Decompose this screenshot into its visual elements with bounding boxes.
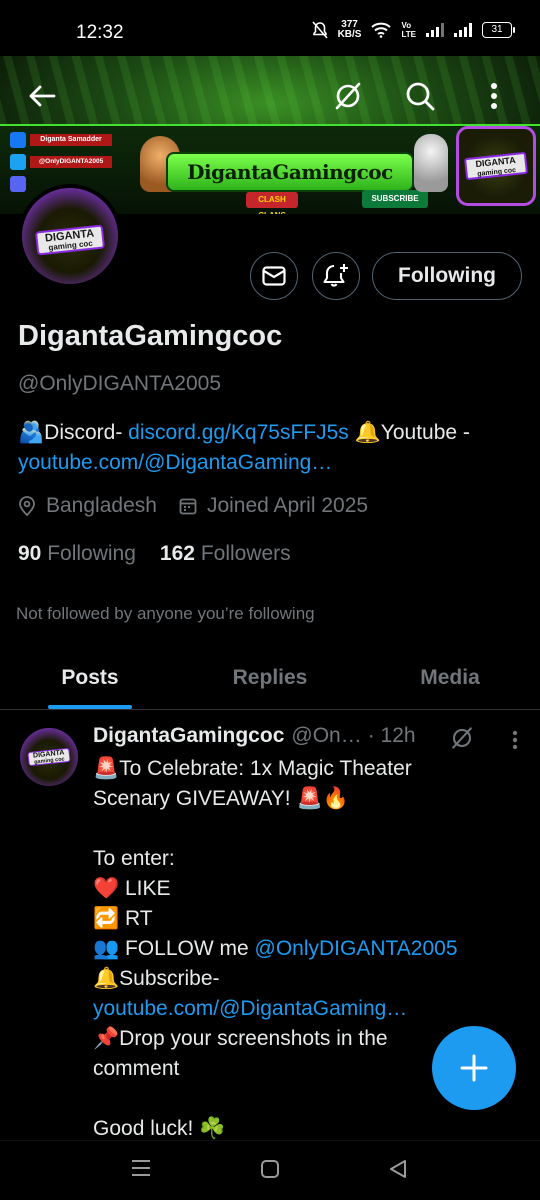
tab-media[interactable]: Media xyxy=(360,650,540,709)
grok-button[interactable] xyxy=(326,74,370,118)
more-vertical-icon xyxy=(512,730,518,750)
post-time[interactable]: · 12h xyxy=(368,724,416,748)
top-nav xyxy=(0,74,540,118)
following-label: Following xyxy=(47,542,136,565)
volte-indicator: Vo LTE xyxy=(401,21,416,39)
follow-counts: 90 Following 162 Followers xyxy=(18,542,291,566)
discord-icon xyxy=(10,176,26,192)
status-icons: 377 KB/S Vo LTE 31 xyxy=(311,20,515,40)
post-line: ❤️ LIKE xyxy=(93,877,171,900)
location-pin-icon xyxy=(19,496,35,516)
tab-posts[interactable]: Posts xyxy=(0,650,180,709)
post-spacer xyxy=(93,814,523,844)
status-bar: 12:32 377 KB/S Vo LTE 31 xyxy=(0,0,540,56)
net-speed-unit: KB/S xyxy=(337,29,362,40)
profile-tabs: Posts Replies Media xyxy=(0,650,540,710)
envelope-icon xyxy=(262,266,286,286)
post-avatar-plate: DIGANTA gaming coc xyxy=(27,747,71,767)
following-button[interactable]: Following xyxy=(372,252,522,300)
system-nav-bar xyxy=(0,1140,540,1200)
back-nav-button[interactable] xyxy=(388,1159,408,1184)
avatar-image: DIGANTA gaming coc xyxy=(22,188,118,284)
twitter-icon xyxy=(10,154,26,170)
banner-social-icons xyxy=(10,132,26,192)
battery-icon: 31 xyxy=(482,22,515,38)
display-name: DigantaGamingcoc xyxy=(18,320,283,352)
bio-youtube-prefix: 🔔Youtube - xyxy=(348,421,470,444)
bio-discord-prefix: 🫂Discord- xyxy=(18,421,129,444)
following-count-link[interactable]: 90 Following xyxy=(18,542,136,566)
joined-item: Joined April 2025 xyxy=(179,494,368,518)
followers-count-link[interactable]: 162 Followers xyxy=(160,542,291,566)
post-handle[interactable]: @On… xyxy=(291,724,361,748)
mute-icon xyxy=(311,21,328,39)
signal-icon xyxy=(426,23,444,37)
location-item: Bangladesh xyxy=(18,494,157,518)
post-header: DigantaGamingcoc @On… · 12h xyxy=(93,724,416,748)
clash-badge: CLASH CLANS xyxy=(246,192,298,214)
volte-top: Vo xyxy=(401,21,412,30)
post-more-button[interactable] xyxy=(512,730,518,755)
tab-replies[interactable]: Replies xyxy=(180,650,360,709)
home-button[interactable] xyxy=(260,1159,280,1184)
search-icon xyxy=(406,82,435,111)
post-follow-text: 👥 FOLLOW me xyxy=(93,937,255,960)
banner-subscribe: SUBSCRIBE xyxy=(362,190,428,208)
banner-logo-plate: DIGANTA gaming coc xyxy=(464,151,528,181)
location-text: Bangladesh xyxy=(46,494,157,517)
following-count: 90 xyxy=(18,542,42,565)
facebook-icon xyxy=(10,132,26,148)
post-line: 👥 FOLLOW me @OnlyDIGANTA2005 xyxy=(93,934,523,964)
banner-handle-plate: @OnlyDIGANTA2005 xyxy=(30,156,112,168)
post-avatar[interactable]: DIGANTA gaming coc xyxy=(20,728,78,786)
recent-apps-button[interactable] xyxy=(130,1159,152,1182)
more-options-button[interactable] xyxy=(472,74,516,118)
post-line: 🚨To Celebrate: 1x Magic Theater xyxy=(93,757,412,780)
avatar-plate: DIGANTA gaming coc xyxy=(34,224,106,256)
banner-logo: DIGANTA gaming coc xyxy=(456,126,536,206)
bio: 🫂Discord- discord.gg/Kq75sFFJ5s 🔔Youtube… xyxy=(18,418,528,478)
post-grok-button[interactable] xyxy=(450,726,474,755)
profile-avatar[interactable]: DIGANTA gaming coc xyxy=(18,184,122,288)
joined-text: Joined April 2025 xyxy=(206,494,369,517)
menu-icon xyxy=(132,1160,150,1176)
followers-count: 162 xyxy=(159,542,195,565)
home-square-icon xyxy=(261,1160,279,1178)
bio-discord-link[interactable]: discord.gg/Kq75sFFJ5s xyxy=(128,421,349,444)
post-author[interactable]: DigantaGamingcoc xyxy=(93,724,284,748)
post-line: Scenary GIVEAWAY! 🚨🔥 xyxy=(93,787,349,810)
post-youtube-link[interactable]: youtube.com/@DigantaGaming… xyxy=(93,994,523,1024)
bio-youtube-link[interactable]: youtube.com/@DigantaGaming… xyxy=(18,451,332,474)
back-arrow-icon xyxy=(29,85,56,107)
skeleton-mascot xyxy=(414,134,448,192)
banner-logo-subtext: gaming coc xyxy=(476,166,517,178)
status-time: 12:32 xyxy=(76,22,124,43)
followers-label: Followers xyxy=(200,542,291,565)
grok-icon xyxy=(335,82,361,110)
compose-button[interactable] xyxy=(432,1026,516,1110)
not-followed-note: Not followed by anyone you’re following xyxy=(16,604,315,623)
net-speed: 377 KB/S xyxy=(338,20,362,40)
back-triangle-icon xyxy=(390,1160,406,1178)
message-button[interactable] xyxy=(250,252,298,300)
bell-plus-icon xyxy=(323,264,348,287)
post-mention-link[interactable]: @OnlyDIGANTA2005 xyxy=(255,937,458,960)
post-line: To enter: xyxy=(93,847,175,870)
search-button[interactable] xyxy=(398,74,442,118)
calendar-icon xyxy=(179,498,197,515)
signal-icon-2 xyxy=(454,23,472,37)
grok-icon xyxy=(452,727,472,749)
more-vertical-icon xyxy=(491,83,497,109)
notifications-button[interactable] xyxy=(312,252,360,300)
banner-name-plate: Diganta Samadder xyxy=(30,134,112,146)
banner-channel-title: DigantaGamingcoc xyxy=(166,152,414,192)
profile-meta: Bangladesh Joined April 2025 xyxy=(18,494,390,518)
user-handle: @OnlyDIGANTA2005 xyxy=(18,372,221,395)
plus-icon xyxy=(460,1054,488,1082)
volte-bottom: LTE xyxy=(401,30,416,39)
wifi-icon xyxy=(371,22,392,38)
back-button[interactable] xyxy=(20,74,64,118)
post-line: 🔔Subscribe- xyxy=(93,967,220,990)
post-line: 🔁 RT xyxy=(93,907,153,930)
